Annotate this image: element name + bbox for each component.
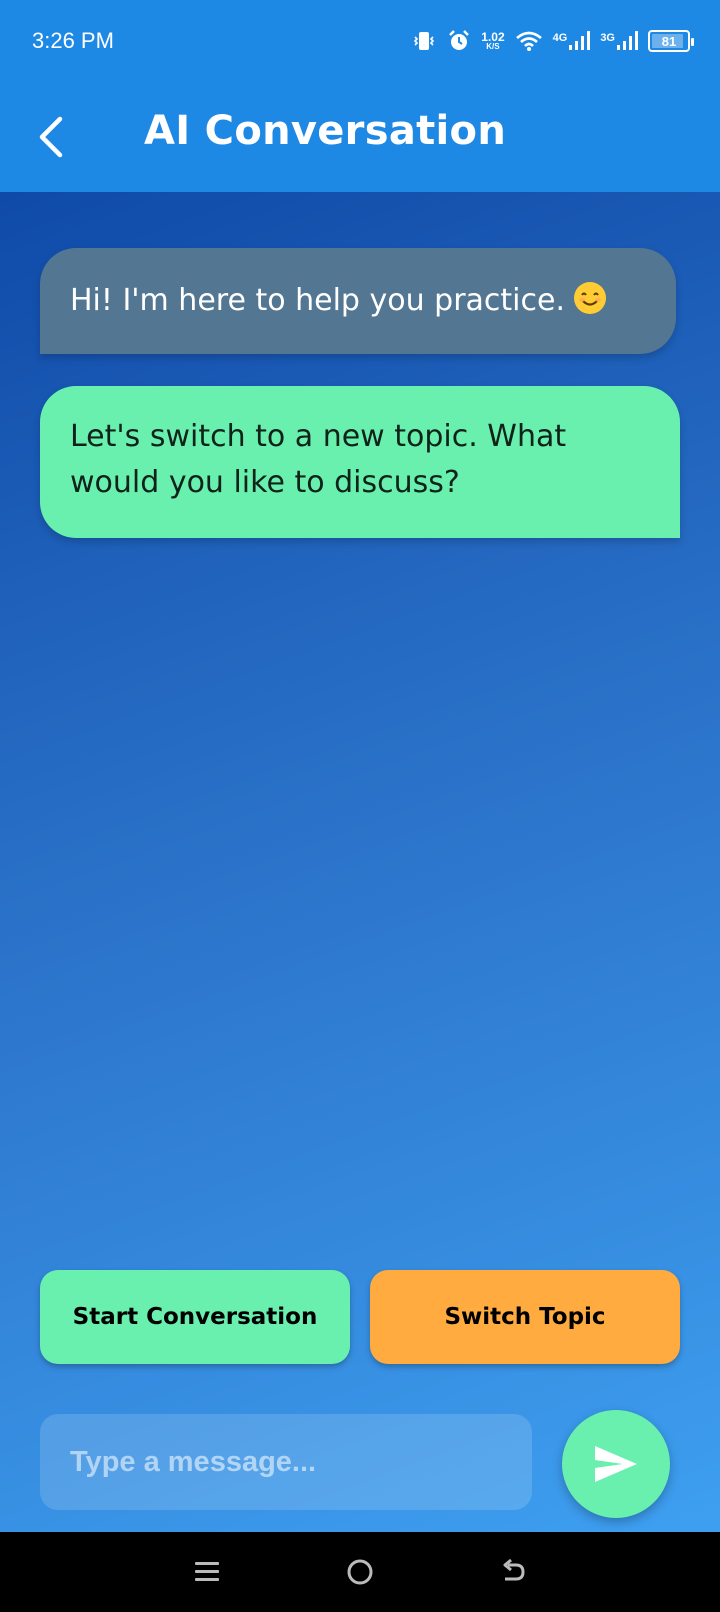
battery-level: 81 xyxy=(661,33,677,49)
wifi-icon xyxy=(515,30,543,52)
signal-3g-label: 3G xyxy=(600,32,615,44)
back-button[interactable] xyxy=(26,112,76,162)
smiling-face-icon xyxy=(573,281,607,315)
start-conversation-button[interactable]: Start Conversation xyxy=(40,1270,350,1364)
message-bubble-user: Let's switch to a new topic. What would … xyxy=(40,386,680,538)
home-button[interactable] xyxy=(330,1542,390,1602)
switch-topic-button[interactable]: Switch Topic xyxy=(370,1270,680,1364)
signal-icon xyxy=(617,31,638,50)
message-text: Let's switch to a new topic. What would … xyxy=(70,419,567,500)
vibrate-icon xyxy=(411,30,437,52)
menu-button[interactable] xyxy=(177,1542,237,1602)
send-icon xyxy=(595,1446,637,1482)
action-row: Start Conversation Switch Topic xyxy=(40,1270,680,1364)
composer xyxy=(40,1410,680,1518)
status-icons: 1.02 K/S 4G 3G 81 xyxy=(411,29,694,53)
home-icon xyxy=(347,1559,373,1585)
signal-icon xyxy=(569,31,591,50)
signal-3g: 3G xyxy=(600,30,638,52)
chevron-left-icon xyxy=(39,116,63,158)
system-nav-bar xyxy=(0,1532,720,1612)
chat-area: Hi! I'm here to help you practice. Let's… xyxy=(0,192,720,1532)
signal-4g: 4G xyxy=(553,30,591,52)
network-speed-unit: K/S xyxy=(486,42,500,51)
status-bar: 3:26 PM 1.02 K/S 4G 3G 81 xyxy=(0,0,720,82)
alarm-icon xyxy=(447,29,471,53)
app-bar: AI Conversation xyxy=(0,82,720,192)
send-button[interactable] xyxy=(562,1410,670,1518)
battery-icon: 81 xyxy=(648,30,694,52)
message-input[interactable] xyxy=(40,1414,532,1510)
page-title: AI Conversation xyxy=(144,108,507,154)
back-icon xyxy=(503,1558,525,1581)
message-bubble-ai: Hi! I'm here to help you practice. xyxy=(40,248,676,354)
message-text: Hi! I'm here to help you practice. xyxy=(70,283,565,318)
back-nav-button[interactable] xyxy=(483,1542,543,1602)
menu-icon xyxy=(194,1562,219,1581)
network-speed: 1.02 K/S xyxy=(481,31,504,51)
signal-4g-label: 4G xyxy=(552,32,568,44)
status-time: 3:26 PM xyxy=(32,28,114,53)
